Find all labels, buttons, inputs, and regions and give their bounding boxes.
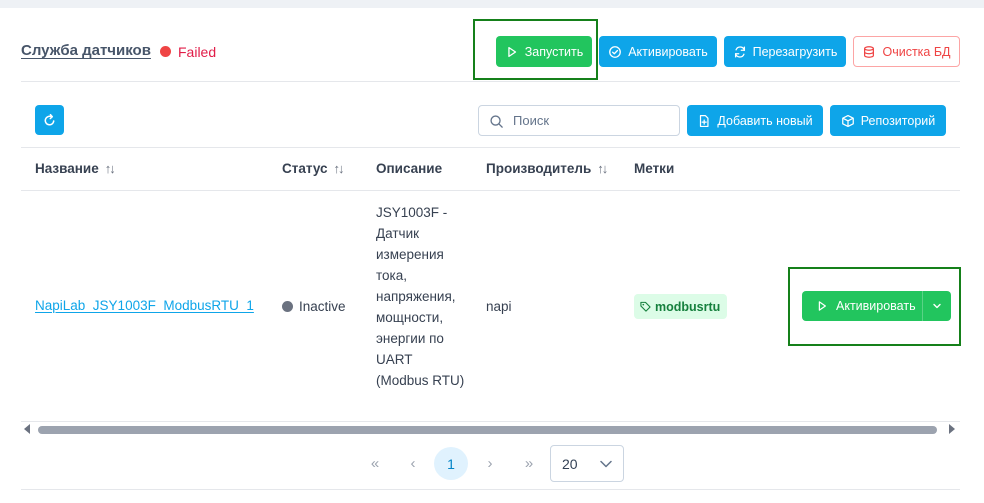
restart-button-label: Перезагрузить <box>752 44 838 59</box>
start-button[interactable]: Запустить <box>496 36 592 67</box>
column-name-header[interactable]: Название ↑↓ <box>35 161 116 176</box>
horizontal-scrollbar-thumb[interactable] <box>38 426 937 434</box>
column-name-label: Название <box>35 161 99 176</box>
column-vendor-header[interactable]: Производитель ↑↓ <box>486 161 608 176</box>
play-icon <box>818 301 826 311</box>
refresh-icon <box>44 113 55 125</box>
column-status-header[interactable]: Статус ↑↓ <box>282 161 345 176</box>
file-plus-icon <box>700 114 709 127</box>
next-page-button[interactable]: › <box>473 447 507 480</box>
repository-button-label: Репозиторий <box>860 113 936 128</box>
scroll-right-arrow[interactable] <box>949 424 955 434</box>
device-description: JSY1003F - Датчик измерения тока, напряж… <box>376 205 465 388</box>
search-icon <box>490 115 503 128</box>
sync-icon <box>734 45 745 58</box>
column-tags-header: Метки <box>634 161 674 176</box>
chevron-down-icon <box>600 460 612 468</box>
start-button-label: Запустить <box>524 44 584 59</box>
device-name-link[interactable]: NapiLab_JSY1003F_ModbusRTU_1 <box>35 298 254 313</box>
last-page-button[interactable]: » <box>512 447 546 480</box>
table-header-divider <box>21 190 960 191</box>
footer-divider <box>21 489 960 490</box>
service-status: Failed <box>178 44 217 60</box>
clear-db-button-label: Очистка БД <box>882 44 951 59</box>
row-activate-dropdown[interactable] <box>922 291 951 321</box>
column-status-label: Статус <box>282 161 328 176</box>
page-size-select[interactable]: 20 <box>550 445 624 482</box>
column-vendor-label: Производитель <box>486 161 592 176</box>
device-vendor: napi <box>486 299 512 314</box>
first-page-button[interactable]: « <box>358 447 392 480</box>
refresh-button[interactable] <box>35 105 64 135</box>
page-1-button[interactable]: 1 <box>434 447 468 480</box>
sort-icon: ↑↓ <box>104 161 116 176</box>
scroll-left-arrow[interactable] <box>24 424 30 434</box>
box-icon <box>841 114 854 127</box>
chevron-down-icon <box>933 303 941 309</box>
activate-button[interactable]: Активировать <box>599 36 717 67</box>
play-icon <box>507 46 516 57</box>
restart-button[interactable]: Перезагрузить <box>724 36 846 67</box>
search-input[interactable] <box>513 106 673 135</box>
status-inactive-dot <box>282 301 293 312</box>
row-activate-split-button: Активировать <box>802 291 951 321</box>
sort-icon: ↑↓ <box>597 161 608 176</box>
database-icon <box>864 45 875 58</box>
row-activate-label: Активировать <box>836 299 916 313</box>
column-tags-label: Метки <box>634 161 675 176</box>
add-new-button[interactable]: Добавить новый <box>687 105 823 136</box>
column-description-header: Описание <box>376 161 442 176</box>
toolbar-divider <box>21 147 960 148</box>
clear-db-button[interactable]: Очистка БД <box>853 36 960 67</box>
row-activate-button[interactable]: Активировать <box>802 291 922 321</box>
repository-button[interactable]: Репозиторий <box>830 105 946 136</box>
add-new-button-label: Добавить новый <box>717 113 813 128</box>
header-divider <box>21 81 960 82</box>
activate-button-label: Активировать <box>628 44 708 59</box>
device-status: Inactive <box>299 299 346 314</box>
page-size-value: 20 <box>562 455 578 472</box>
service-title[interactable]: Служба датчиков <box>21 42 151 59</box>
tag-badge: modbusrtu <box>634 294 728 319</box>
prev-page-button[interactable]: ‹ <box>396 447 430 480</box>
top-strip <box>0 0 984 8</box>
tag-icon <box>640 301 651 312</box>
sort-icon: ↑↓ <box>333 161 345 176</box>
tag-label: modbusrtu <box>655 299 721 314</box>
status-failed-dot <box>160 46 171 57</box>
search-box <box>478 105 680 136</box>
column-description-label: Описание <box>376 161 443 176</box>
check-circle-icon <box>609 45 622 58</box>
row-divider <box>21 421 960 422</box>
